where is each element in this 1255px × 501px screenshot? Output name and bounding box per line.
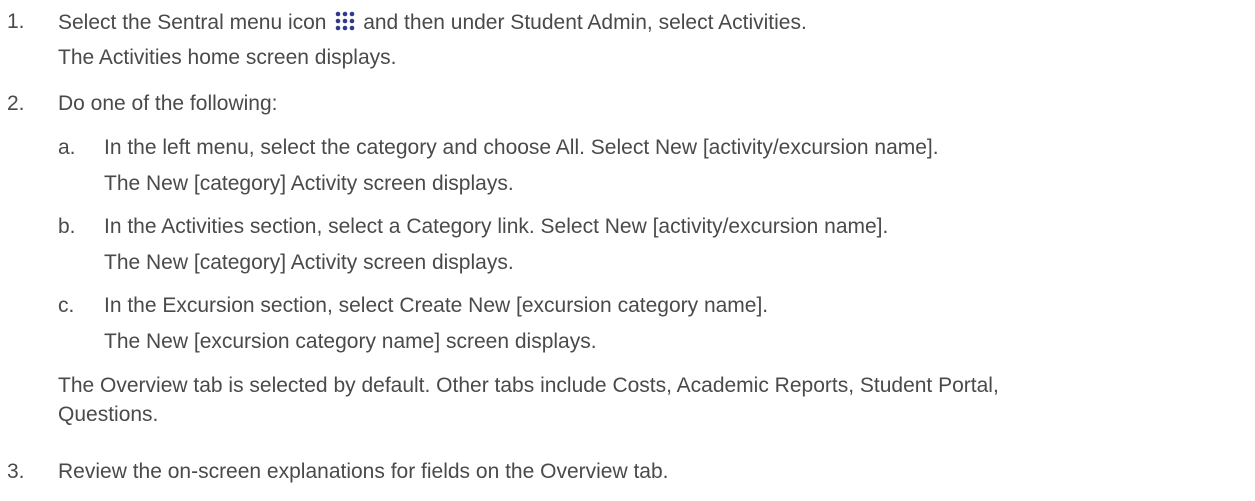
step-1-text: Select the Sentral menu icon and then un… [58, 10, 807, 35]
step-1-result: The Activities home screen displays. [58, 46, 397, 69]
substep-letter: a. [58, 136, 76, 159]
substep-c-result: The New [excursion category name] screen… [104, 330, 597, 353]
step-2-note-line-2: Questions. [58, 403, 159, 426]
step-2-note-line-1: The Overview tab is selected by default.… [58, 374, 999, 397]
substep-letter: c. [58, 294, 75, 317]
substep-c-text: In the Excursion section, select Create … [104, 294, 769, 317]
step-3-text: Review the on-screen explanations for fi… [58, 460, 669, 483]
substep-letter: b. [58, 215, 76, 238]
step-1-text-before: Select the Sentral menu icon [58, 11, 327, 34]
substep-a-text: In the left menu, select the category an… [104, 136, 939, 159]
step-number: 1. [7, 10, 25, 33]
grid-menu-icon [334, 10, 356, 32]
substep-b-text: In the Activities section, select a Cate… [104, 215, 889, 238]
step-2-text: Do one of the following: [58, 92, 278, 115]
step-number: 2. [7, 92, 25, 115]
step-1-text-after: and then under Student Admin, select Act… [363, 11, 807, 34]
instruction-document: 1. Select the Sentral menu icon and then… [0, 0, 1255, 501]
substep-a-result: The New [category] Activity screen displ… [104, 172, 514, 195]
substep-b-result: The New [category] Activity screen displ… [104, 251, 514, 274]
step-number: 3. [7, 460, 25, 483]
